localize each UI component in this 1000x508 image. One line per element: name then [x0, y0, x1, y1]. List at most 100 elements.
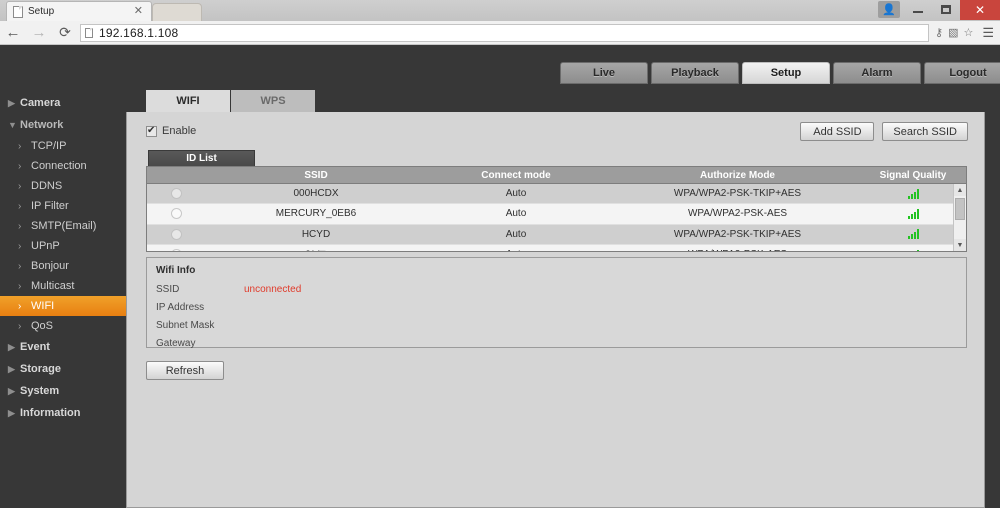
sidebar-item-ip-filter[interactable]: › IP Filter [0, 196, 128, 216]
table-row[interactable]: 000HCDX Auto WPA/WPA2-PSK-TKIP+AES [147, 184, 966, 205]
radio-button-icon[interactable] [170, 249, 182, 251]
wifi-info-subnet-label: Subnet Mask [156, 320, 215, 331]
row-select-cell[interactable] [147, 225, 205, 244]
sidebar-group-storage[interactable]: ▶ Storage [0, 358, 128, 380]
chevron-right-icon: ▶ [8, 97, 15, 108]
sidebar-group-label: System [20, 385, 60, 397]
forward-arrow-icon[interactable]: → [26, 24, 52, 41]
row-signal-quality [870, 245, 956, 251]
minimize-button[interactable] [904, 0, 932, 19]
reload-icon[interactable]: ⟳ [52, 24, 78, 41]
sidebar-item-label: UPnP [31, 240, 60, 252]
enable-checkbox-row[interactable]: Enable [146, 125, 196, 137]
chevron-right-icon: › [18, 220, 22, 232]
sidebar-item-smtp-email[interactable]: › SMTP(Email) [0, 216, 128, 236]
table-header-select [147, 167, 205, 183]
address-bar-url: 192.168.1.108 [99, 25, 179, 40]
enable-checkbox[interactable] [146, 125, 157, 137]
sidebar-item-bonjour[interactable]: › Bonjour [0, 256, 128, 276]
table-row[interactable]: MERCURY_0EB6 Auto WPA/WPA2-PSK-AES [147, 204, 966, 225]
row-connect-mode: Auto [505, 208, 527, 220]
table-scrollbar[interactable]: ▲ ▼ [953, 184, 966, 251]
row-select-cell[interactable] [147, 245, 205, 251]
sidebar-item-label: IP Filter [31, 200, 69, 212]
back-arrow-icon[interactable]: ← [0, 24, 26, 41]
window-close-button[interactable]: ✕ [960, 0, 1000, 20]
sidebar-group-network[interactable]: ▼ Network [0, 114, 128, 136]
sidebar-item-connection[interactable]: › Connection [0, 156, 128, 176]
extension-icon[interactable]: ▧ [948, 26, 958, 39]
add-ssid-button[interactable]: Add SSID [800, 122, 875, 141]
key-icon[interactable]: ⚷ [935, 26, 943, 39]
table-row[interactable]: HCYD Auto WPA/WPA2-PSK-TKIP+AES [147, 224, 966, 245]
sidebar-item-label: Connection [31, 160, 87, 172]
refresh-button[interactable]: Refresh [146, 361, 224, 380]
sidebar-item-tcpip[interactable]: › TCP/IP [0, 136, 128, 156]
radio-button-icon[interactable] [170, 228, 182, 240]
sidebar-group-event[interactable]: ▶ Event [0, 336, 128, 358]
topnav-setup[interactable]: Setup [742, 62, 830, 84]
new-tab-button[interactable] [152, 3, 202, 21]
search-ssid-button[interactable]: Search SSID [882, 122, 968, 141]
row-select-cell[interactable] [147, 204, 205, 223]
row-connect-mode: Auto [427, 245, 605, 251]
row-authorize-mode: WPA/WPA2-PSK-AES [605, 245, 870, 251]
wifi-info-gateway-label: Gateway [156, 338, 196, 349]
address-bar[interactable]: 192.168.1.108 [80, 23, 929, 42]
enable-label: Enable [162, 125, 197, 137]
table-header-connect-mode: Connect mode [481, 169, 551, 181]
sidebar-item-qos[interactable]: › QoS [0, 316, 128, 336]
wifi-info-ssid-value: unconnected [244, 284, 302, 295]
user-profile-icon[interactable]: 👤 [878, 1, 900, 18]
chevron-right-icon: ▶ [8, 407, 15, 418]
row-signal-quality [870, 184, 956, 203]
sidebar-group-camera[interactable]: ▶ Camera [0, 92, 128, 114]
row-authorize-mode: WPA/WPA2-PSK-TKIP+AES [673, 188, 802, 200]
chevron-right-icon: › [18, 240, 22, 252]
window-controls: 👤 ✕ [878, 0, 1000, 21]
table-header-authorize-mode: Authorize Mode [700, 169, 775, 181]
id-list-tab[interactable]: ID List [148, 150, 255, 166]
maximize-button[interactable] [932, 0, 960, 19]
signal-bars-icon [908, 249, 919, 251]
sidebar-item-multicast[interactable]: › Multicast [0, 276, 128, 296]
radio-button-icon[interactable] [170, 188, 182, 200]
browser-tab[interactable]: Setup ✕ [6, 1, 152, 21]
sidebar-group-system[interactable]: ▶ System [0, 380, 128, 402]
chevron-right-icon: › [18, 260, 22, 272]
topnav-live[interactable]: Live [560, 62, 648, 84]
star-icon[interactable]: ☆ [963, 26, 973, 39]
sidebar-item-ddns[interactable]: › DDNS [0, 176, 128, 196]
menu-icon[interactable]: ☰ [978, 25, 994, 41]
top-navigation: Live Playback Setup Alarm Logout [560, 62, 1000, 84]
scrollbar-thumb[interactable] [955, 198, 965, 220]
table-row[interactable]: 随便 Auto WPA/WPA2-PSK-AES [147, 244, 966, 251]
scroll-up-icon[interactable]: ▲ [954, 184, 966, 196]
row-authorize-mode: WPA/WPA2-PSK-AES [687, 208, 788, 220]
wifi-info-gateway-row: Gateway [156, 338, 195, 350]
sidebar-item-wifi[interactable]: › WIFI [0, 296, 128, 316]
radio-button-icon[interactable] [170, 208, 182, 220]
row-ssid: MERCURY_0EB6 [275, 208, 357, 220]
table-header-signal-quality: Signal Quality [879, 169, 947, 181]
chevron-right-icon: ▶ [8, 385, 15, 396]
topnav-playback[interactable]: Playback [651, 62, 739, 84]
chevron-right-icon: › [18, 160, 22, 172]
row-select-cell[interactable] [147, 184, 205, 203]
page-icon [13, 5, 23, 18]
tab-wifi[interactable]: WIFI [146, 90, 231, 112]
toolbar-icon-group: ⚷ ▧ ☆ ☰ [935, 25, 1000, 41]
topnav-alarm[interactable]: Alarm [833, 62, 921, 84]
table-body: 000HCDX Auto WPA/WPA2-PSK-TKIP+AES MERCU… [147, 184, 966, 251]
scroll-down-icon[interactable]: ▼ [954, 239, 966, 251]
sidebar-group-information[interactable]: ▶ Information [0, 402, 128, 424]
panel-body: Enable Add SSID Search SSID ID List SSID… [127, 113, 984, 507]
sidebar-group-label: Network [20, 119, 64, 131]
sidebar-item-label: SMTP(Email) [31, 220, 97, 232]
tab-wps[interactable]: WPS [231, 90, 316, 112]
close-icon[interactable]: ✕ [132, 6, 145, 17]
sidebar-item-upnp[interactable]: › UPnP [0, 236, 128, 256]
topnav-logout[interactable]: Logout [924, 62, 1000, 84]
row-signal-quality [870, 225, 956, 244]
row-connect-mode: Auto [505, 228, 527, 240]
